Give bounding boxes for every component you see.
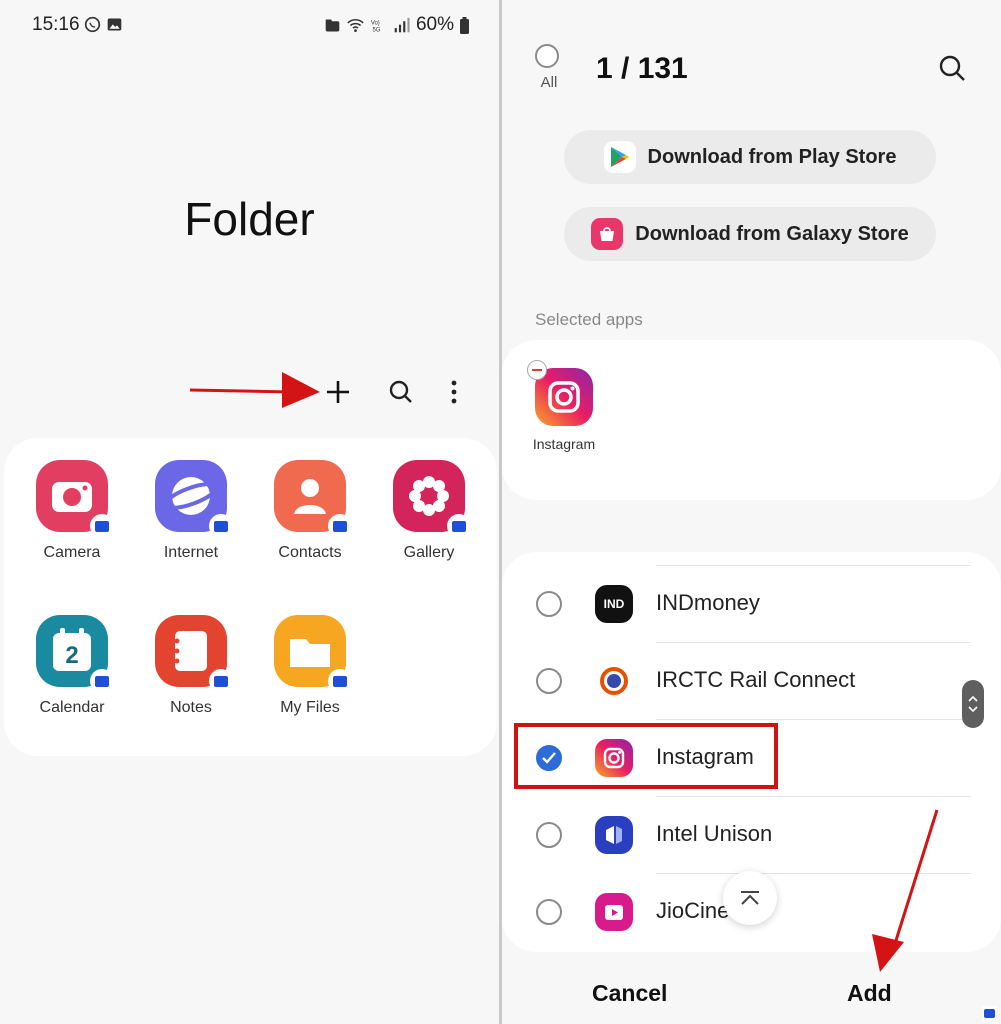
- volte-icon: Vo)5G: [371, 20, 381, 33]
- select-all-radio[interactable]: [535, 44, 559, 68]
- whatsapp-icon: [84, 16, 101, 33]
- selected-apps-header: Selected apps: [535, 310, 643, 329]
- svg-text:Vo): Vo): [371, 20, 380, 26]
- app-internet[interactable]: Internet: [136, 460, 246, 562]
- row-radio[interactable]: [536, 668, 562, 694]
- secure-folder-status-icon: [325, 19, 340, 31]
- add-button[interactable]: Add: [847, 980, 892, 1007]
- chevron-up-icon: [968, 696, 978, 702]
- app-label: Gallery: [403, 544, 455, 561]
- app-contacts[interactable]: Contacts: [255, 460, 365, 562]
- gallery-icon: [393, 460, 471, 538]
- app-name: INDmoney: [656, 590, 760, 615]
- app-search-button[interactable]: [938, 54, 966, 87]
- app-gallery[interactable]: Gallery: [374, 460, 484, 562]
- app-name: JioCine: [656, 898, 730, 923]
- camera-icon: [36, 460, 114, 538]
- add-app-button[interactable]: [318, 372, 358, 412]
- cancel-button[interactable]: Cancel: [592, 980, 667, 1007]
- scroll-to-top-button[interactable]: [723, 871, 777, 925]
- app-label: Internet: [163, 544, 219, 561]
- instagram-highlight-box: [514, 723, 778, 789]
- list-item-intel-unison[interactable]: Intel Unison: [502, 796, 1001, 873]
- contacts-icon: [274, 460, 352, 538]
- svg-text:2: 2: [65, 642, 78, 669]
- app-label: Camera: [43, 544, 101, 561]
- list-item-indmoney[interactable]: IND INDmoney: [502, 565, 1001, 642]
- indmoney-icon: IND: [595, 585, 633, 623]
- notes-icon: [155, 615, 233, 693]
- app-label: Calendar: [39, 699, 105, 716]
- plus-icon: [327, 381, 349, 403]
- minus-icon: [532, 369, 542, 371]
- folder-title: Folder: [184, 193, 315, 245]
- app-calendar[interactable]: 2 Calendar: [17, 615, 127, 717]
- list-item-irctc[interactable]: IRCTC Rail Connect: [502, 642, 1001, 719]
- selected-app-instagram[interactable]: Instagram: [527, 360, 600, 452]
- chevron-down-icon: [968, 706, 978, 712]
- selected-apps-card: Instagram: [502, 340, 1001, 500]
- app-label: Notes: [170, 699, 212, 716]
- fast-scroll-handle[interactable]: [962, 680, 984, 728]
- battery-icon: [460, 16, 469, 34]
- app-notes[interactable]: Notes: [136, 615, 246, 717]
- signal-icon: [394, 17, 410, 32]
- app-camera[interactable]: Camera: [17, 460, 127, 562]
- app-my-files[interactable]: My Files: [255, 615, 365, 717]
- secure-folder-corner-icon: [982, 1006, 997, 1021]
- battery-percent: 60%: [415, 14, 454, 35]
- selected-app-label: Instagram: [532, 436, 596, 452]
- select-all-label: All: [540, 74, 558, 91]
- app-name: Intel Unison: [656, 821, 773, 846]
- play-store-label: Download from Play Store: [647, 145, 897, 168]
- row-radio[interactable]: [536, 899, 562, 925]
- row-radio[interactable]: [536, 822, 562, 848]
- wifi-icon: [347, 18, 364, 32]
- remove-selected-button[interactable]: [527, 360, 547, 380]
- search-icon: [389, 380, 412, 403]
- galaxy-store-icon: [591, 218, 624, 250]
- intel-unison-icon: [595, 816, 633, 854]
- folder-toolbar: [0, 372, 499, 412]
- status-bar: 15:16 Vo) 5G 60%: [32, 14, 469, 38]
- row-radio[interactable]: [536, 591, 562, 617]
- search-icon: [939, 55, 965, 81]
- select-all[interactable]: All: [535, 44, 563, 91]
- jiocinema-icon: [595, 893, 633, 931]
- irctc-icon: [595, 662, 633, 700]
- scroll-top-icon: [741, 891, 759, 905]
- search-button[interactable]: [381, 372, 421, 412]
- image-icon: [107, 18, 122, 31]
- calendar-icon: 2: [36, 615, 114, 693]
- app-name: IRCTC Rail Connect: [656, 667, 856, 692]
- more-options-button[interactable]: [434, 372, 474, 412]
- play-store-button[interactable]: Download from Play Store: [564, 130, 936, 184]
- more-vertical-icon: [451, 380, 457, 404]
- app-grid: Camera Internet Contacts Gallery 2 Calen…: [4, 438, 497, 756]
- my-files-icon: [274, 615, 352, 693]
- play-store-icon: [603, 141, 636, 173]
- app-label: Contacts: [278, 544, 342, 561]
- instagram-icon: [527, 360, 593, 426]
- galaxy-store-button[interactable]: Download from Galaxy Store: [564, 207, 936, 261]
- folder-panel: 15:16 Vo) 5G 60% Folder Camera Internet …: [0, 0, 499, 1024]
- svg-text:5G: 5G: [373, 27, 381, 33]
- selection-count: 1 / 131: [596, 52, 688, 85]
- galaxy-store-label: Download from Galaxy Store: [635, 222, 909, 245]
- status-time: 15:16: [32, 14, 80, 35]
- app-label: My Files: [280, 699, 340, 716]
- internet-icon: [155, 460, 233, 538]
